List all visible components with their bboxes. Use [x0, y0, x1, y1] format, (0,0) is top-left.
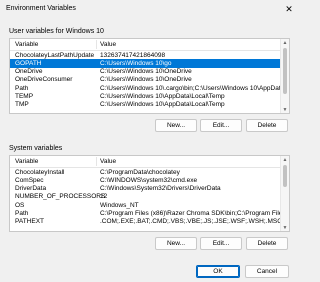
row-variable: NUMBER_OF_PROCESSORS	[15, 193, 106, 201]
row-value: C:\Users\Windows 10\AppData\Local\Temp	[100, 101, 225, 109]
row-value: Windows_NT	[100, 201, 139, 209]
user-variables-list[interactable]: Variable Value ChocolateyLastPathUpdate 1…	[9, 38, 290, 114]
row-variable: PATHEXT	[15, 218, 45, 226]
row-variable: DriverData	[15, 185, 47, 193]
row-variable: Path	[15, 84, 29, 92]
scroll-up-icon[interactable]: ▲	[281, 39, 289, 46]
list-row[interactable]: OneDrive C:\Users\Windows 10\OneDrive	[10, 68, 281, 76]
list-row[interactable]: TMP C:\Users\Windows 10\AppData\Local\Tem…	[10, 101, 281, 109]
column-separator[interactable]	[96, 157, 97, 166]
list-row[interactable]: OneDriveConsumer C:\Users\Windows 10\OneD…	[10, 76, 281, 84]
row-variable: OneDrive	[15, 68, 43, 76]
system-list-header: Variable Value	[10, 156, 281, 168]
row-value: .COM;.EXE;.BAT;.CMD;.VBS;.VBE;.JS;.JSE;.…	[100, 218, 282, 226]
system-rows: ChocolateyInstall C:\ProgramData\chocolat…	[10, 168, 289, 226]
environment-variables-dialog: Environment Variables ✕ User variables f…	[0, 0, 300, 282]
title-bar: Environment Variables ✕	[0, 0, 300, 18]
cancel-button[interactable]: Cancel	[245, 265, 289, 278]
column-separator[interactable]	[96, 40, 97, 49]
row-variable: Path	[15, 209, 29, 217]
ok-button[interactable]: OK	[196, 265, 240, 278]
system-list-scrollbar[interactable]: ▲ ▼	[280, 156, 289, 231]
row-variable: OneDriveConsumer	[15, 76, 73, 84]
row-variable: ChocolateyInstall	[15, 168, 65, 176]
row-value: C:\WINDOWS\system32\cmd.exe	[100, 176, 198, 184]
list-row[interactable]: Path C:\Users\Windows 10\.cargo\bin;C:\Us…	[10, 84, 289, 92]
list-row[interactable]: ComSpec C:\WINDOWS\system32\cmd.exe	[10, 176, 281, 184]
system-new-button[interactable]: New...	[155, 237, 197, 250]
row-value: C:\Users\Windows 10\AppData\Local\Temp	[100, 92, 225, 100]
row-variable: TMP	[15, 101, 29, 109]
row-value: C:\Users\Windows 10\OneDrive	[100, 76, 192, 84]
system-edit-button[interactable]: Edit...	[200, 237, 242, 250]
row-value: C:\Windows\System32\Drivers\DriverData	[100, 185, 221, 193]
column-header-value[interactable]: Value	[100, 41, 116, 48]
row-value: C:\Program Files (x86)\Razer Chroma SDK\…	[100, 209, 290, 217]
user-delete-button[interactable]: Delete	[246, 119, 288, 132]
list-row[interactable]: OS Windows_NT	[10, 201, 281, 209]
row-value: C:\Users\Windows 10\go	[100, 59, 172, 67]
scroll-thumb[interactable]	[283, 48, 287, 94]
scroll-thumb[interactable]	[283, 165, 287, 187]
user-rows: ChocolateyLastPathUpdate 1326374174218640…	[10, 51, 289, 109]
system-delete-button[interactable]: Delete	[246, 237, 288, 250]
row-value: C:\ProgramData\chocolatey	[100, 168, 180, 176]
list-row[interactable]: ChocolateyInstall C:\ProgramData\chocolat…	[10, 168, 281, 176]
list-row[interactable]: DriverData C:\Windows\System32\Drivers\Dr…	[10, 185, 281, 193]
scroll-down-icon[interactable]: ▼	[281, 224, 289, 231]
list-row[interactable]: NUMBER_OF_PROCESSORS 12	[10, 193, 281, 201]
scroll-down-icon[interactable]: ▼	[281, 106, 289, 113]
column-header-value[interactable]: Value	[100, 158, 116, 165]
user-variables-label: User variables for Windows 10	[9, 28, 104, 35]
user-edit-button[interactable]: Edit...	[200, 119, 242, 132]
row-value: 12	[100, 193, 108, 201]
window-title: Environment Variables	[6, 5, 76, 12]
row-value: C:\Users\Windows 10\.cargo\bin;C:\Users\…	[100, 84, 290, 92]
list-row[interactable]: PATHEXT .COM;.EXE;.BAT;.CMD;.VBS;.VBE;.JS…	[10, 218, 282, 226]
list-row[interactable]: TEMP C:\Users\Windows 10\AppData\Local\Te…	[10, 92, 281, 100]
row-variable: OS	[15, 201, 25, 209]
row-variable: ChocolateyLastPathUpdate	[15, 51, 95, 59]
row-variable: TEMP	[15, 92, 34, 100]
list-row[interactable]: ChocolateyLastPathUpdate 1326374174218640…	[10, 51, 281, 59]
row-value: C:\Users\Windows 10\OneDrive	[100, 68, 192, 76]
user-new-button[interactable]: New...	[155, 119, 197, 132]
system-variables-list[interactable]: Variable Value ChocolateyInstall C:\Progr…	[9, 155, 290, 232]
user-list-header: Variable Value	[10, 39, 281, 51]
list-row[interactable]: Path C:\Program Files (x86)\Razer Chroma …	[10, 209, 289, 217]
list-row[interactable]: GOPATH C:\Users\Windows 10\go	[10, 59, 281, 68]
close-icon[interactable]: ✕	[278, 0, 300, 18]
scroll-up-icon[interactable]: ▲	[281, 156, 289, 163]
row-value: 132637417421864098	[100, 51, 166, 59]
user-list-scrollbar[interactable]: ▲ ▼	[280, 39, 289, 113]
column-header-variable[interactable]: Variable	[15, 41, 38, 48]
column-header-variable[interactable]: Variable	[15, 158, 38, 165]
system-variables-label: System variables	[9, 145, 63, 152]
row-variable: GOPATH	[15, 59, 42, 67]
row-variable: ComSpec	[15, 176, 44, 184]
